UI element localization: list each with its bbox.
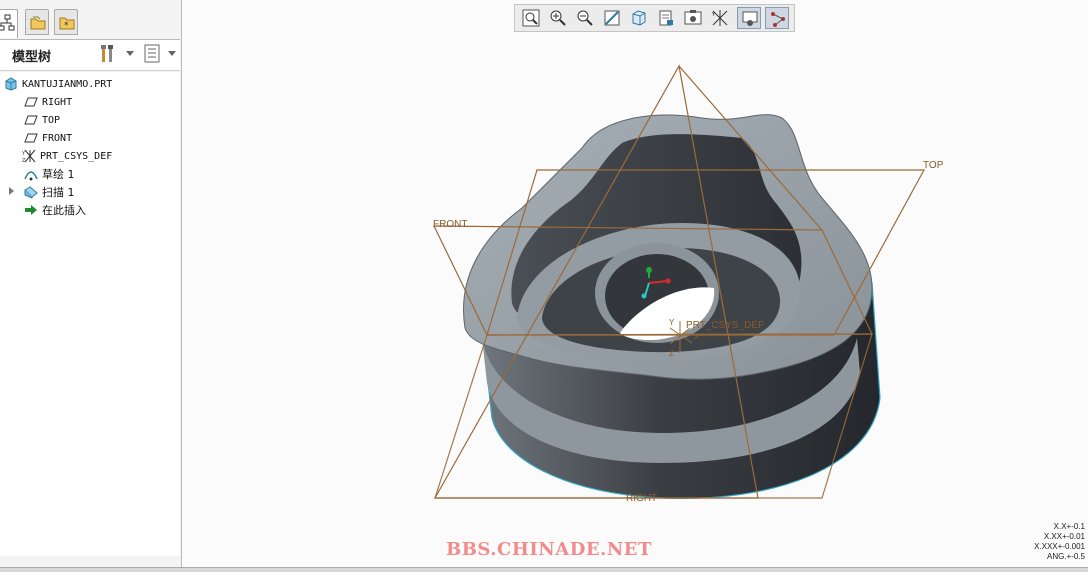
tolerance-line: X.XXX+-0.001 xyxy=(1034,542,1085,551)
tree-item-top[interactable]: TOP xyxy=(24,111,60,129)
csys-label[interactable]: PRT_CSYS_DEF xyxy=(686,320,764,331)
model-tree-header: 模型树 xyxy=(0,39,180,71)
display-style-icon xyxy=(632,10,646,26)
tab-favorites[interactable]: * xyxy=(54,9,78,35)
tree-item-label: 扫描 1 xyxy=(42,186,75,199)
expand-icon[interactable] xyxy=(9,187,14,195)
refit-button[interactable] xyxy=(519,7,543,29)
tree-item-front[interactable]: FRONT xyxy=(24,129,72,147)
zoom-in-icon xyxy=(550,10,566,26)
tree-item-label: RIGHT xyxy=(42,96,73,108)
zoom-in-button[interactable] xyxy=(546,7,570,29)
show-button[interactable] xyxy=(142,43,164,65)
datum-plane-icon xyxy=(24,115,38,125)
datum-label-top[interactable]: TOP xyxy=(923,160,943,171)
zoom-out-icon xyxy=(577,10,593,26)
sweep-icon xyxy=(24,186,38,199)
favorites-folder-icon: * xyxy=(59,17,75,31)
tree-item-label: FRONT xyxy=(42,132,73,144)
graphics-viewport[interactable]: TOP FRONT RIGHT PRT_CSYS_DEF Y X Z xyxy=(182,38,1088,568)
part-model-graphic[interactable] xyxy=(182,38,1088,568)
display-style-button[interactable] xyxy=(627,7,651,29)
view-manager-button[interactable] xyxy=(681,7,705,29)
part-icon xyxy=(5,77,17,91)
tolerance-block: X.X+-0.1 X.XX+-0.01 X.XXX+-0.001 ANG.+-0… xyxy=(1034,522,1085,562)
tree-item-csys[interactable]: YZ PRT_CSYS_DEF xyxy=(22,147,112,165)
tree-item-label: 在此插入 xyxy=(42,204,86,217)
repaint-button[interactable] xyxy=(600,7,624,29)
list-icon xyxy=(144,44,160,63)
annotation-display-button[interactable] xyxy=(737,7,761,29)
svg-text:Z: Z xyxy=(22,158,26,163)
settings-button[interactable] xyxy=(98,43,120,65)
spin-center-button[interactable] xyxy=(765,7,789,29)
saved-views-button[interactable] xyxy=(654,7,678,29)
datum-label-front[interactable]: FRONT xyxy=(433,219,467,230)
sketch-icon xyxy=(24,171,38,181)
csys-axis-label-y: Y xyxy=(669,318,675,327)
left-panel: * 模型树 KANTUJIANMO.PRT RIGHT TOP FRONT Y … xyxy=(0,0,182,571)
insert-here-arrow-icon xyxy=(25,205,37,215)
chevron-down-icon[interactable] xyxy=(126,51,134,56)
view-toolbar: Y xyxy=(514,4,795,32)
csys-axis-label-z: Z xyxy=(669,349,674,358)
tolerance-line: X.XX+-0.01 xyxy=(1043,532,1085,541)
datum-display-button[interactable]: Y xyxy=(708,7,732,29)
model-tree-icon xyxy=(0,14,15,31)
refit-icon xyxy=(522,9,540,27)
csys-axis-label-x: X xyxy=(694,332,700,341)
tree-item-right[interactable]: RIGHT xyxy=(24,93,72,111)
folder-icon xyxy=(30,16,46,30)
repaint-icon xyxy=(604,10,620,26)
tree-item-label: KANTUJIANMO.PRT xyxy=(22,78,113,90)
datum-label-right[interactable]: RIGHT xyxy=(626,493,657,504)
datum-plane-icon xyxy=(24,97,38,107)
spin-center-icon xyxy=(771,12,785,27)
view-manager-icon xyxy=(684,10,702,25)
tolerance-line: X.X+-0.1 xyxy=(1053,522,1085,531)
tree-item-label: 草绘 1 xyxy=(42,168,75,181)
saved-views-icon xyxy=(659,10,673,26)
annotation-display-icon xyxy=(742,11,758,26)
status-bar xyxy=(0,567,1088,572)
model-tree-title: 模型树 xyxy=(12,50,52,65)
tree-item-sketch[interactable]: 草绘 1 xyxy=(24,165,75,183)
tree-item-label: PRT_CSYS_DEF xyxy=(40,150,113,162)
tab-folder-browser[interactable] xyxy=(25,9,49,35)
tree-item-insert-here[interactable]: 在此插入 xyxy=(24,201,86,219)
csys-icon: YZ xyxy=(22,149,36,163)
watermark: BBS.CHINADE.NET xyxy=(446,539,652,560)
svg-text:*: * xyxy=(64,21,69,31)
tolerance-line: ANG.+-0.5 xyxy=(1046,552,1085,561)
navigator-tabs: * xyxy=(0,0,181,38)
chevron-down-icon[interactable] xyxy=(168,51,176,56)
tools-icon xyxy=(101,45,113,62)
datum-plane-icon xyxy=(24,133,38,143)
tab-model-tree[interactable] xyxy=(0,9,18,38)
zoom-out-button[interactable] xyxy=(573,7,597,29)
tree-item-part[interactable]: KANTUJIANMO.PRT xyxy=(4,75,112,93)
tree-item-label: TOP xyxy=(42,114,61,126)
datum-display-icon: Y xyxy=(711,10,728,26)
tree-item-sweep[interactable]: 扫描 1 xyxy=(24,183,75,201)
svg-text:Y: Y xyxy=(22,151,26,157)
model-tree: KANTUJIANMO.PRT RIGHT TOP FRONT YZ PRT_C… xyxy=(0,72,180,556)
